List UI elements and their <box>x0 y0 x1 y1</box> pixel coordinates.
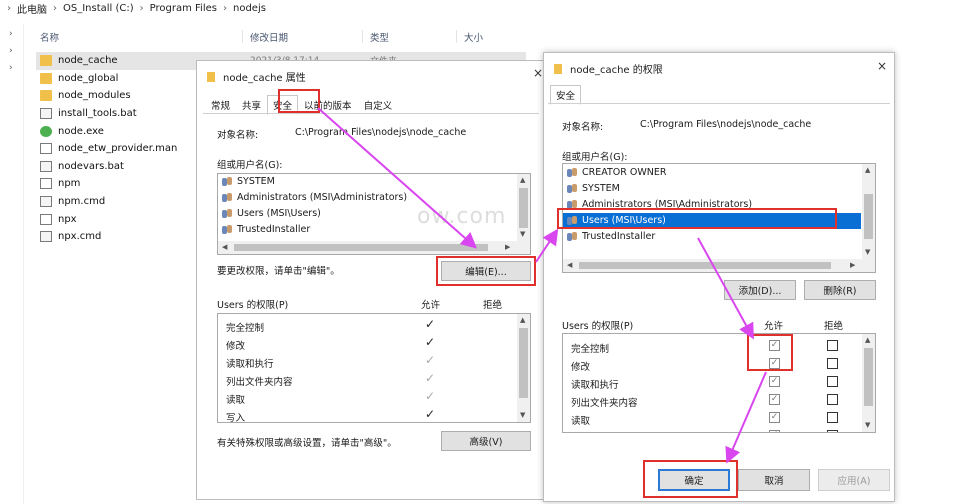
arrow-edit-to-users <box>535 228 559 263</box>
arrow-allow-to-ok <box>725 371 767 464</box>
arrow-users-to-allow <box>697 237 754 340</box>
annotation-arrows <box>317 107 767 464</box>
arrow-tab-to-edit <box>317 107 477 249</box>
